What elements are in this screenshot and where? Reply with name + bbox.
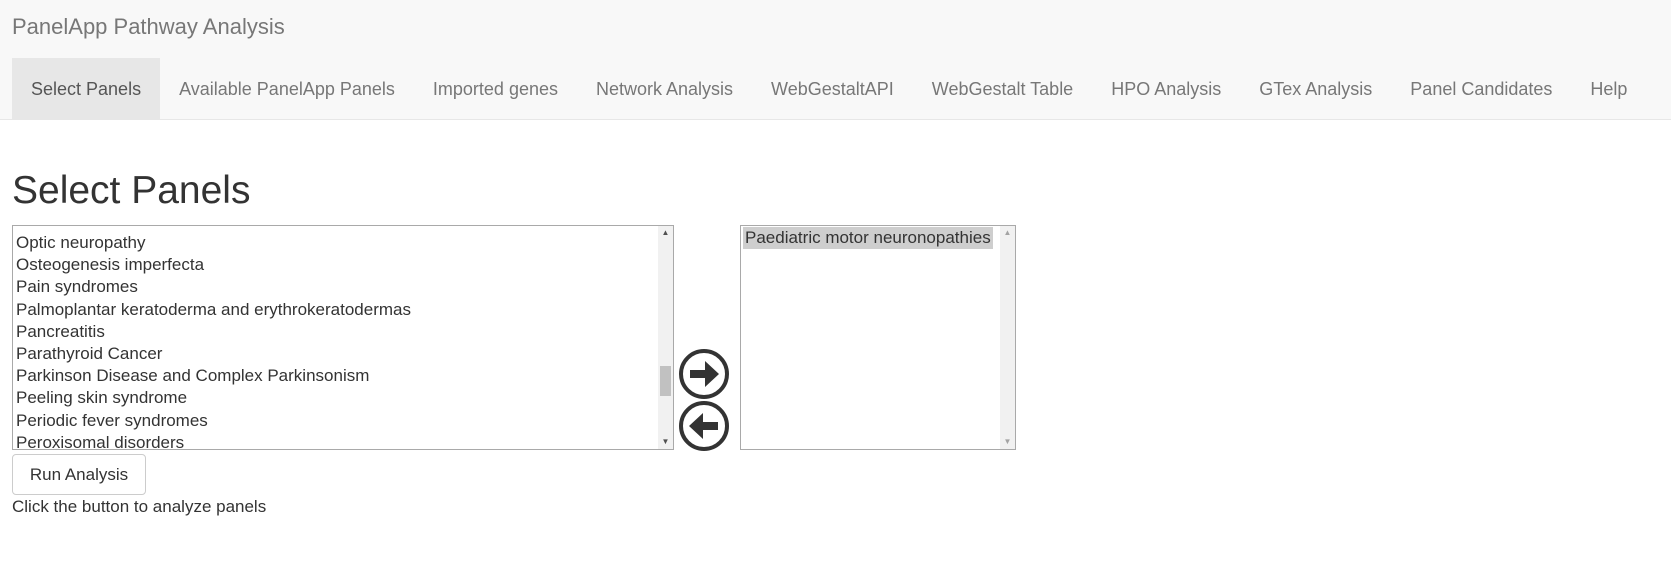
tab-hpo-analysis[interactable]: HPO Analysis [1092,58,1240,120]
list-item[interactable]: Parkinson Disease and Complex Parkinsoni… [16,365,411,387]
arrow-right-circle-icon [679,349,729,399]
selected-list-item[interactable]: Paediatric motor neuronopathies [743,227,993,249]
list-item[interactable]: Periodic fever syndromes [16,410,411,432]
tab-gtex-analysis[interactable]: GTex Analysis [1240,58,1391,120]
tab-network-analysis[interactable]: Network Analysis [577,58,752,120]
list-item[interactable]: Optic neuropathy [16,232,411,254]
available-panels-listbox[interactable]: Optic neuropathy Osteogenesis imperfecta… [12,225,674,450]
scrollbar-thumb[interactable] [660,366,671,396]
scroll-up-arrow-icon[interactable]: ▲ [658,226,673,240]
app-title: PanelApp Pathway Analysis [12,14,285,39]
analysis-hint-text: Click the button to analyze panels [12,497,267,516]
run-analysis-button[interactable]: Run Analysis [12,454,146,495]
list-item[interactable]: Peroxisomal disorders [16,432,411,449]
list-item[interactable]: Parathyroid Cancer [16,343,411,365]
list-item[interactable]: Palmoplantar keratoderma and erythrokera… [16,299,411,321]
arrow-left-circle-icon [679,401,729,451]
tab-webgestaltapi[interactable]: WebGestaltAPI [752,58,913,120]
scroll-down-arrow-icon[interactable]: ▼ [658,435,673,449]
scroll-up-arrow-icon[interactable]: ▲ [1000,226,1015,240]
navbar: PanelApp Pathway Analysis Select Panels … [0,0,1671,120]
nav-tabs: Select Panels Available PanelApp Panels … [12,58,1646,120]
tab-imported-genes[interactable]: Imported genes [414,58,577,120]
list-item[interactable]: Pancreatitis [16,321,411,343]
selected-list-scrollbar[interactable]: ▲ ▼ [1000,226,1015,449]
available-list-scrollbar[interactable]: ▲ ▼ [658,226,673,449]
tab-help[interactable]: Help [1571,58,1646,120]
tab-webgestalt-table[interactable]: WebGestalt Table [913,58,1092,120]
list-item[interactable]: Peeling skin syndrome [16,387,411,409]
page-title: Select Panels [12,169,251,212]
list-item[interactable]: Pain syndromes [16,276,411,298]
scroll-down-arrow-icon[interactable]: ▼ [1000,435,1015,449]
tab-available-panelapp-panels[interactable]: Available PanelApp Panels [160,58,414,120]
tab-panel-candidates[interactable]: Panel Candidates [1391,58,1571,120]
add-panel-button[interactable] [678,348,730,400]
list-item[interactable]: Osteogenesis imperfecta [16,254,411,276]
tab-select-panels[interactable]: Select Panels [12,58,161,120]
remove-panel-button[interactable] [678,400,730,452]
selected-panels-listbox[interactable]: Paediatric motor neuronopathies ▲ ▼ [740,225,1016,450]
